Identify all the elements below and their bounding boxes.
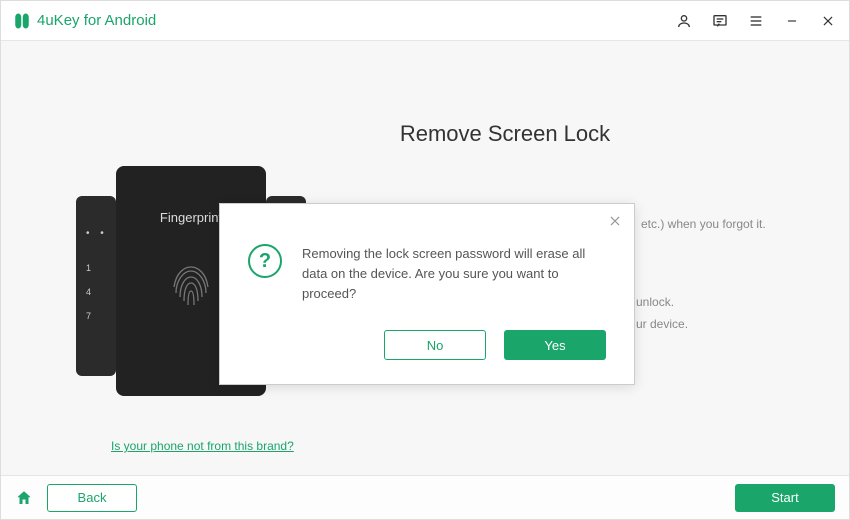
titlebar: 4uKey for Android (1, 1, 849, 41)
brand-help-link[interactable]: Is your phone not from this brand? (111, 439, 294, 453)
confirm-dialog: ? Removing the lock screen password will… (219, 203, 635, 385)
phone-pattern-mock: • • 1 4 7 (76, 196, 116, 376)
info-line: unlock. (636, 291, 688, 313)
start-button[interactable]: Start (735, 484, 835, 512)
content-area: Remove Screen Lock etc.) when you forgot… (1, 41, 849, 475)
logo-icon (13, 12, 31, 30)
app-window: 4uKey for Android Remove Screen Lock etc… (0, 0, 850, 520)
pattern-dots: • • (86, 228, 108, 239)
no-button[interactable]: No (384, 330, 486, 360)
page-hint-fragment: etc.) when you forgot it. (641, 217, 766, 231)
close-button[interactable] (819, 12, 837, 30)
info-line: ur device. (636, 313, 688, 335)
minimize-button[interactable] (783, 12, 801, 30)
question-icon: ? (248, 244, 282, 278)
pin-num: 7 (86, 304, 91, 328)
menu-icon[interactable] (747, 12, 765, 30)
page-title: Remove Screen Lock (201, 121, 809, 147)
app-logo: 4uKey for Android (13, 12, 156, 30)
pin-num: 1 (86, 256, 91, 280)
pin-numbers: 1 4 7 (86, 256, 91, 328)
account-icon[interactable] (675, 12, 693, 30)
feedback-icon[interactable] (711, 12, 729, 30)
pin-num: 4 (86, 280, 91, 304)
back-button[interactable]: Back (47, 484, 137, 512)
yes-button[interactable]: Yes (504, 330, 606, 360)
footer: Back Start (1, 475, 849, 519)
close-icon[interactable] (608, 214, 622, 233)
app-title: 4uKey for Android (37, 12, 156, 29)
home-icon[interactable] (15, 489, 33, 507)
dialog-message: Removing the lock screen password will e… (302, 244, 606, 304)
fingerprint-icon (166, 253, 216, 313)
info-fragment: unlock. ur device. (636, 291, 688, 335)
